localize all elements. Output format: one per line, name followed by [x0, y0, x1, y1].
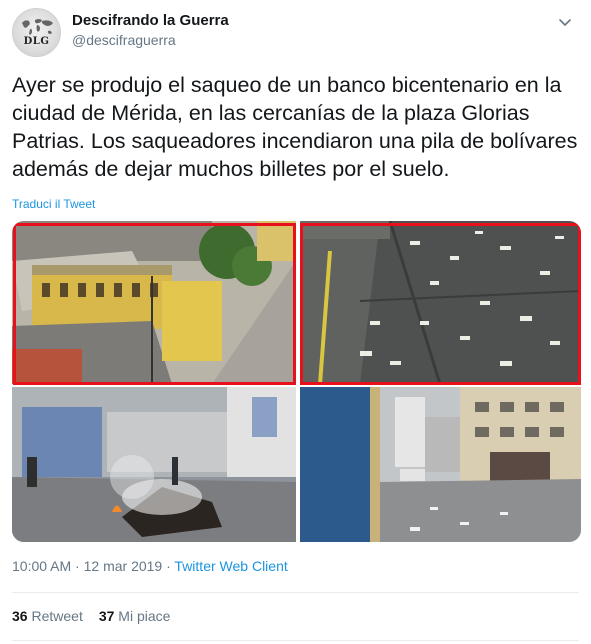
- chevron-down-icon[interactable]: [557, 14, 573, 30]
- avatar[interactable]: DLG: [12, 8, 61, 57]
- burning-pile-photo: [12, 387, 296, 542]
- divider-top: [12, 592, 579, 593]
- retweets-count: 36: [12, 608, 28, 624]
- photo-1[interactable]: [12, 221, 296, 384]
- likes-count: 37: [98, 608, 115, 624]
- rooftops-street-photo: [12, 221, 296, 384]
- tweet-text: Ayer se produjo el saqueo de un banco bi…: [12, 73, 578, 181]
- retweets-label: Retweet: [31, 608, 83, 624]
- author-name[interactable]: Descifrando la Guerra: [72, 12, 229, 29]
- banknotes-ground-photo: [300, 221, 581, 384]
- street-corner-photo: [300, 387, 581, 542]
- photo-4[interactable]: [300, 387, 581, 542]
- divider-bottom: [12, 640, 579, 641]
- avatar-logo-text: DLG: [23, 36, 50, 47]
- retweets-stat[interactable]: 36 Retweet: [12, 608, 83, 624]
- tweet-date[interactable]: 12 mar 2019: [84, 558, 163, 574]
- tweet-time[interactable]: 10:00 AM: [12, 558, 71, 574]
- author-handle[interactable]: @descifraguerra: [72, 32, 176, 48]
- tweet-stats: 36 Retweet 37 Mi piace: [12, 608, 170, 624]
- photo-3[interactable]: [12, 387, 296, 542]
- translate-tweet-link[interactable]: Traduci il Tweet: [12, 197, 95, 211]
- tweet-header: DLG Descifrando la Guerra @descifraguerr…: [12, 8, 579, 58]
- meta-separator-2: ·: [162, 558, 175, 574]
- media-grid: [12, 221, 581, 542]
- tweet-client[interactable]: Twitter Web Client: [174, 558, 287, 574]
- likes-stat[interactable]: 37 Mi piace: [99, 608, 171, 624]
- tweet-meta: 10:00 AM · 12 mar 2019 · Twitter Web Cli…: [12, 558, 288, 574]
- likes-label: Mi piace: [118, 608, 171, 624]
- photo-2[interactable]: [300, 221, 581, 384]
- meta-separator-1: ·: [71, 558, 84, 574]
